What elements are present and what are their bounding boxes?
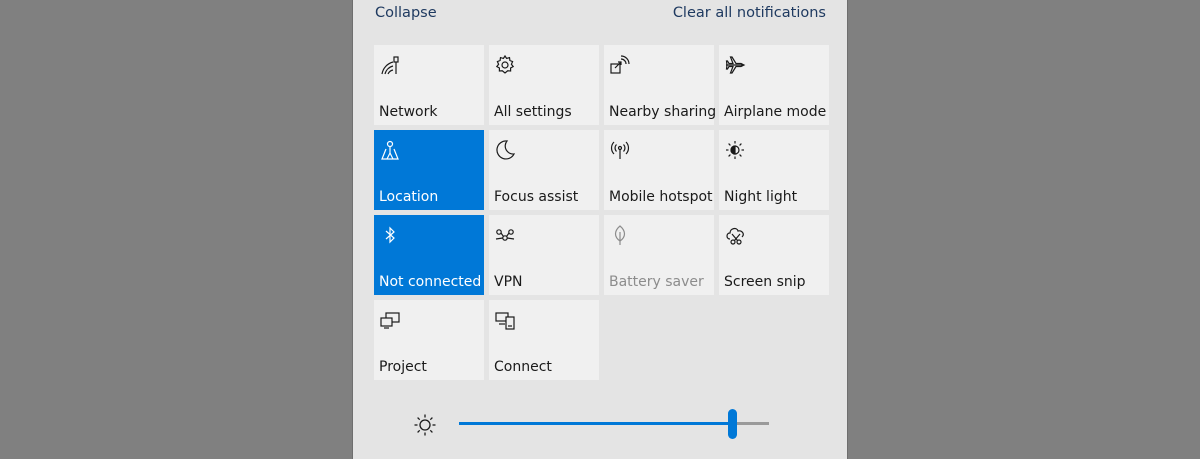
brightness-slider-fill — [459, 422, 732, 425]
tile-label: Night light — [724, 189, 798, 205]
tile-vpn[interactable]: VPN — [489, 215, 599, 295]
tile-nearby-sharing[interactable]: Nearby sharing — [604, 45, 717, 125]
vpn-icon — [494, 224, 516, 246]
tile-label: Network — [379, 104, 438, 120]
action-center-panel: Collapse Clear all notifications Network… — [352, 0, 848, 459]
tile-location[interactable]: Location — [374, 130, 484, 210]
tile-label: Location — [379, 189, 439, 205]
screen-snip-icon — [724, 224, 746, 246]
clear-all-notifications-link[interactable]: Clear all notifications — [673, 5, 826, 21]
tile-focus-assist[interactable]: Focus assist — [489, 130, 599, 210]
tile-mobile-hotspot[interactable]: Mobile hotspot — [604, 130, 714, 210]
night-light-icon — [724, 139, 746, 161]
tile-label: Focus assist — [494, 189, 579, 205]
bluetooth-icon — [379, 224, 401, 246]
tile-all-settings[interactable]: All settings — [489, 45, 599, 125]
brightness-slider-thumb[interactable] — [727, 409, 737, 439]
hotspot-icon — [609, 139, 631, 161]
tile-label: All settings — [494, 104, 572, 120]
sun-icon — [413, 413, 437, 437]
tile-label: Not connected — [379, 274, 482, 290]
nearby-sharing-icon — [609, 54, 631, 76]
project-icon — [379, 309, 401, 331]
tile-night-light[interactable]: Night light — [719, 130, 829, 210]
tile-airplane-mode[interactable]: Airplane mode — [719, 45, 829, 125]
tile-bluetooth[interactable]: Not connected — [374, 215, 484, 295]
tile-label: Screen snip — [724, 274, 806, 290]
gear-icon — [494, 54, 516, 76]
leaf-icon — [609, 224, 631, 246]
tile-label: Mobile hotspot — [609, 189, 713, 205]
brightness-slider[interactable] — [459, 409, 769, 439]
location-icon — [379, 139, 401, 161]
tile-label: Battery saver — [609, 274, 704, 290]
airplane-icon — [724, 54, 746, 76]
tile-screen-snip[interactable]: Screen snip — [719, 215, 829, 295]
tile-label: Project — [379, 359, 427, 375]
moon-icon — [494, 139, 516, 161]
network-icon — [379, 54, 401, 76]
tile-label: Airplane mode — [724, 104, 827, 120]
tile-project[interactable]: Project — [374, 300, 484, 380]
tile-network[interactable]: Network — [374, 45, 484, 125]
tile-label: Nearby sharing — [609, 104, 717, 120]
tile-label: VPN — [494, 274, 523, 290]
tile-battery-saver[interactable]: Battery saver — [604, 215, 714, 295]
tile-connect[interactable]: Connect — [489, 300, 599, 380]
tile-label: Connect — [494, 359, 552, 375]
collapse-link[interactable]: Collapse — [375, 5, 437, 21]
connect-icon — [494, 309, 516, 331]
